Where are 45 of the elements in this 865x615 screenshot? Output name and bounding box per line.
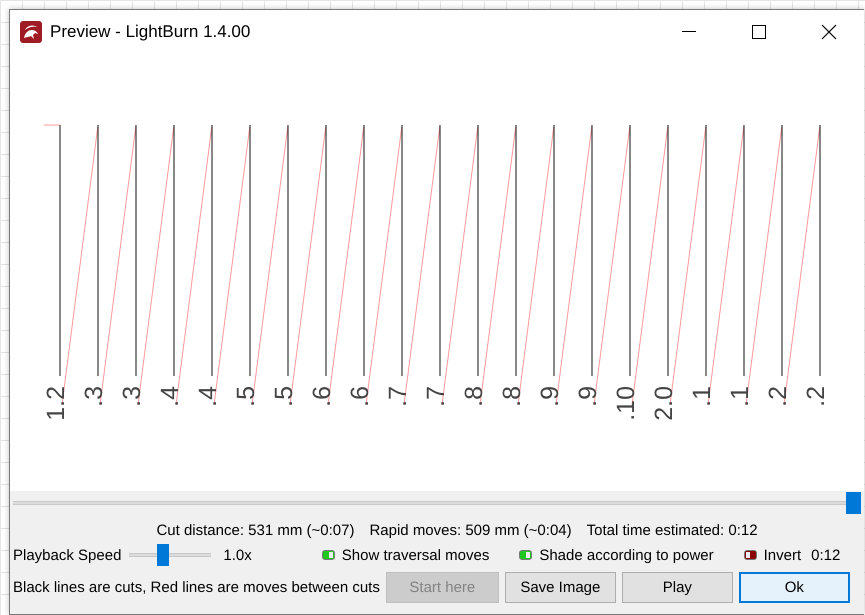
path-label: 1.2 <box>42 386 70 421</box>
stat-text: Cut distance: 531 mm (~0:07) <box>156 522 354 538</box>
path-label: .3 <box>118 386 146 407</box>
path-label: .8 <box>498 386 526 407</box>
slider-thumb[interactable] <box>157 544 170 566</box>
playback-speed-label: Playback Speed <box>13 546 122 564</box>
elapsed-time: 0:12 <box>811 546 840 564</box>
path-label: .4 <box>194 386 222 407</box>
path-label: .9 <box>536 386 564 407</box>
path-label: .6 <box>346 386 374 407</box>
slider-thumb[interactable] <box>846 492 861 514</box>
path-label: .8 <box>460 386 488 407</box>
stat-text: Rapid moves: 509 mm (~0:04) <box>369 522 572 538</box>
dialog-button[interactable]: Ok <box>738 572 850 602</box>
toggle-switch[interactable] <box>519 550 532 560</box>
toggle-label: Invert <box>764 546 802 564</box>
path-label: .1 <box>726 386 754 407</box>
path-label: .2 <box>802 386 830 407</box>
path-label: .6 <box>308 386 336 407</box>
toggle-switch[interactable] <box>744 550 757 560</box>
stat-text: Total time estimated: 0:12 <box>586 522 758 538</box>
path-label: .3 <box>80 386 108 407</box>
minimize-icon <box>682 31 696 32</box>
path-label: .2 <box>764 386 792 407</box>
dialog-button[interactable]: Save Image <box>504 572 616 602</box>
speed-reading: 1.0x <box>223 546 252 564</box>
path-label: .7 <box>422 386 450 407</box>
path-label: .9 <box>574 386 602 407</box>
maximize-icon <box>751 24 767 40</box>
path-label: .10 <box>612 386 640 421</box>
close-icon <box>821 24 837 40</box>
timeline-slider[interactable] <box>13 492 861 514</box>
toggle-label: Show traversal moves <box>342 546 490 564</box>
window-title: Preview - LightBurn 1.4.00 <box>50 22 252 42</box>
path-label: .1 <box>688 386 716 407</box>
app-logo-icon <box>20 20 42 42</box>
path-label: 2.0 <box>650 386 678 421</box>
path-label: .7 <box>384 386 412 407</box>
dialog-button[interactable]: Play <box>622 572 733 602</box>
path-label: .5 <box>232 386 260 407</box>
legend-text: Black lines are cuts, Red lines are moves between cuts <box>13 578 380 596</box>
toggle-switch[interactable] <box>322 550 335 560</box>
path-label: .5 <box>270 386 298 407</box>
path-label: .4 <box>156 386 184 407</box>
toggle-label: Shade according to power <box>539 546 714 564</box>
